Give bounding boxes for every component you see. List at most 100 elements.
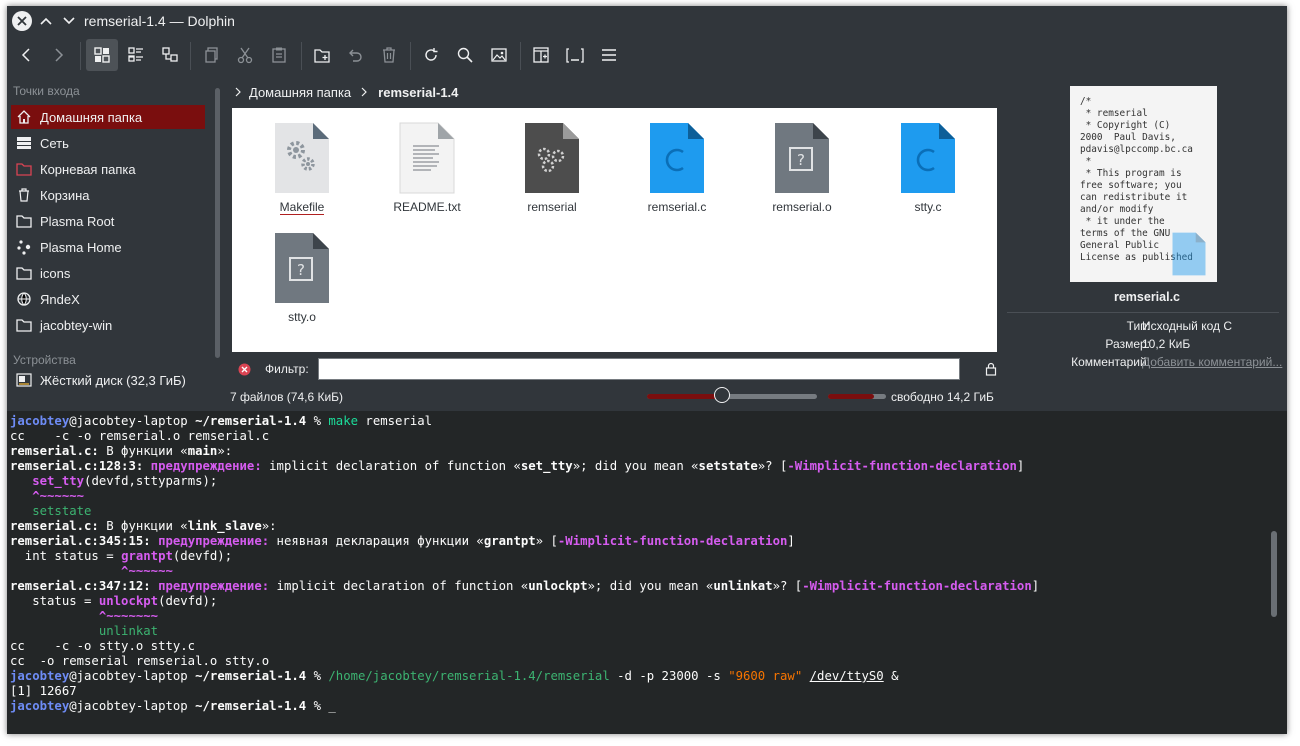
filter-input[interactable] [318, 358, 960, 380]
sidebar-scrollbar[interactable] [215, 88, 220, 358]
sidebar-item-icons[interactable]: icons [11, 261, 205, 285]
terminal-button[interactable] [559, 39, 591, 71]
maximize-button[interactable] [36, 11, 56, 31]
arrow-right-icon [55, 48, 64, 62]
reload-button[interactable] [415, 39, 447, 71]
reload-icon [425, 48, 438, 61]
folder-summary: 7 файлов (74,6 КиБ) [230, 390, 344, 404]
zoom-slider-handle[interactable] [713, 387, 730, 403]
folder-icon [15, 316, 33, 334]
file-item[interactable]: remserial [497, 122, 607, 216]
sidebar-item-label: Жёсткий диск (32,3 ГиБ) [40, 372, 186, 388]
compact-view-button[interactable] [120, 39, 152, 71]
home-icon [15, 108, 33, 126]
terminal-panel[interactable]: jacobtey@jacobtey-laptop ~/remserial-1.4… [7, 411, 1287, 734]
file-item[interactable]: Makefile [247, 122, 357, 216]
sidebar-item-label: Корневая папка [40, 161, 136, 177]
title-bar: remserial-1.4 — Dolphin [7, 6, 1287, 36]
sidebar-item-plasma-home[interactable]: Plasma Home [11, 235, 205, 259]
free-space-bar [828, 394, 886, 399]
root-folder-icon [15, 160, 33, 178]
free-space-label: свободно 14,2 ГиБ [891, 390, 994, 404]
breadcrumb-item-current[interactable]: remserial-1.4 [378, 85, 458, 100]
sidebar-item-корзина[interactable]: Корзина [11, 183, 205, 207]
makefile-icon [275, 123, 329, 193]
arrow-left-icon [21, 48, 30, 62]
split-view-button[interactable] [525, 39, 557, 71]
sidebar-item-label: icons [40, 265, 71, 281]
trash-icon [15, 186, 33, 204]
plasma-icon [15, 238, 33, 256]
details-view-icon [162, 47, 178, 62]
sidebar-item-label: Домашняя папка [40, 109, 143, 125]
hamburger-menu-icon [602, 49, 616, 61]
split-view-icon [533, 47, 549, 63]
folder-icon [15, 212, 33, 230]
file-item[interactable]: ? remserial.o [747, 122, 857, 216]
close-icon [17, 16, 27, 26]
filter-label: Фильтр: [265, 362, 309, 376]
new-folder-icon [314, 49, 330, 63]
zoom-slider-fill [647, 394, 722, 399]
chevron-right-icon [361, 87, 368, 97]
sidebar-item-jacobtey-win[interactable]: jacobtey-win [11, 313, 205, 337]
dolphin-window: remserial-1.4 — Dolphin Точки входа Дома… [7, 6, 1287, 734]
file-item[interactable]: remserial.c [622, 122, 732, 216]
file-item[interactable]: stty.c [873, 122, 983, 216]
undo-button[interactable] [339, 39, 371, 71]
terminal-cursor: _ [328, 699, 336, 713]
scissors-icon [237, 47, 253, 64]
sidebar-item-сеть[interactable]: Сеть [11, 131, 205, 155]
sidebar-item-label: Plasma Home [40, 239, 122, 255]
cut-button[interactable] [229, 39, 261, 71]
add-comment-link[interactable]: Добавить комментарий... [1142, 355, 1282, 369]
folder-icon [15, 264, 33, 282]
terminal-scrollbar[interactable] [1271, 531, 1277, 617]
sidebar-item-домашняя-папка[interactable]: Домашняя папка [11, 105, 205, 129]
hard-disk-icon [15, 371, 33, 389]
image-preview-icon [491, 48, 507, 62]
forward-button[interactable] [43, 39, 75, 71]
file-item[interactable]: ? stty.o [247, 232, 357, 326]
minimize-button[interactable] [59, 11, 79, 31]
window-title: remserial-1.4 — Dolphin [84, 13, 235, 29]
file-name: remserial.o [772, 200, 832, 214]
executable-icon [525, 123, 579, 193]
lock-filter-button[interactable] [985, 362, 997, 381]
sidebar-item-hard-disk[interactable]: Жёсткий диск (32,3 ГиБ) [11, 368, 205, 392]
search-button[interactable] [449, 39, 481, 71]
sidebar-item-корневая-папка[interactable]: Корневая папка [11, 157, 205, 181]
preview-button[interactable] [483, 39, 515, 71]
places-panel: Точки входа Домашняя папка Сеть Корневая п… [7, 78, 217, 408]
file-view[interactable]: Makefile README.txt remserial remserial.… [232, 108, 997, 352]
back-button[interactable] [10, 39, 42, 71]
close-filter-button[interactable] [238, 363, 251, 381]
info-type-value: Исходный код C [1142, 319, 1232, 333]
paste-icon [272, 47, 286, 63]
unknown-file-icon: ? [275, 233, 329, 303]
text-file-icon [399, 122, 455, 194]
svg-text:?: ? [297, 261, 305, 279]
close-window-button[interactable] [12, 11, 32, 31]
sidebar-item-label: Сеть [40, 135, 69, 151]
network-icon [15, 134, 33, 152]
sidebar-item-label: ЯndeX [40, 291, 80, 307]
sidebar-item-label: Корзина [40, 187, 90, 203]
sidebar-item-яndex[interactable]: ЯndeX [11, 287, 205, 311]
file-name: README.txt [393, 200, 461, 214]
sidebar-item-label: Plasma Root [40, 213, 115, 229]
details-view-button[interactable] [154, 39, 186, 71]
icons-view-button[interactable] [86, 39, 118, 71]
zoom-slider[interactable] [647, 387, 817, 403]
sidebar-item-plasma-root[interactable]: Plasma Root [11, 209, 205, 233]
copy-button[interactable] [196, 39, 228, 71]
delete-button[interactable] [373, 39, 405, 71]
file-item[interactable]: README.txt [372, 122, 482, 216]
new-folder-button[interactable] [306, 39, 338, 71]
menu-button[interactable] [593, 39, 625, 71]
breadcrumb-item-home[interactable]: Домашняя папка [249, 85, 351, 100]
status-bar: 7 файлов (74,6 КиБ) свободно 14,2 ГиБ [229, 387, 999, 407]
paste-button[interactable] [263, 39, 295, 71]
file-name: stty.o [288, 310, 316, 324]
search-icon [457, 47, 473, 63]
